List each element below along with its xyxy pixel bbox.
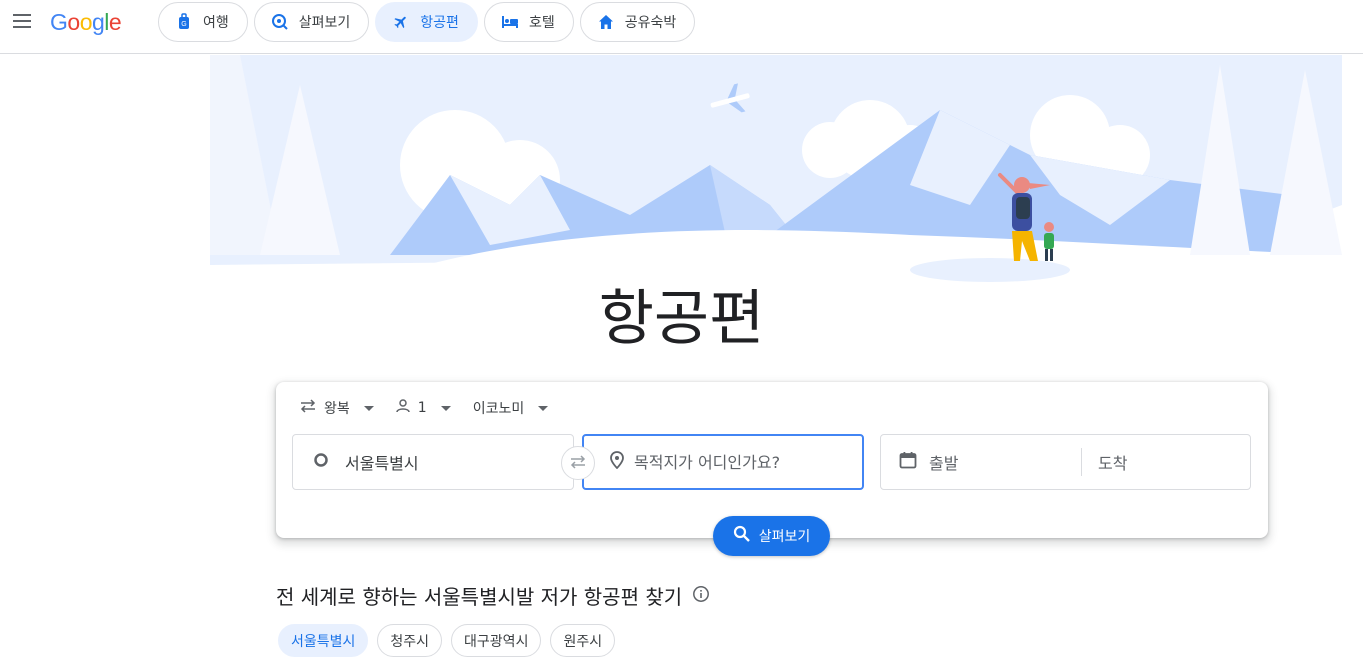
chevron-down-icon <box>363 405 374 411</box>
person-icon <box>396 399 410 417</box>
nav-chip-label: 호텔 <box>528 15 555 31</box>
nav-chip-label: 살펴보기 <box>298 15 351 31</box>
return-date-field[interactable]: 도착 <box>1082 435 1250 489</box>
nav-chip-hotels[interactable]: 호텔 <box>483 2 574 42</box>
date-fields: 출발 도착 <box>880 434 1251 490</box>
main-menu-icon[interactable] <box>10 10 34 34</box>
search-button-label: 살펴보기 <box>758 529 811 545</box>
explore-icon <box>271 13 289 31</box>
top-header: Google G 여행 살펴보기 항공편 호텔 공유숙박 <box>0 0 1363 54</box>
nav-chip-vacation-rentals[interactable]: 공유숙박 <box>579 2 696 42</box>
departure-date-field[interactable]: 출발 <box>881 435 1081 489</box>
chevron-down-icon <box>440 405 451 411</box>
search-button[interactable]: 살펴보기 <box>713 516 830 556</box>
swap-arrows-icon <box>569 454 587 473</box>
trip-type-label: 왕복 <box>324 401 350 417</box>
origin-city-chips: 서울특별시 청주시 대구광역시 원주시 <box>278 624 616 657</box>
info-icon[interactable] <box>692 584 710 608</box>
nav-chip-explore[interactable]: 살펴보기 <box>253 2 370 42</box>
location-pin-icon <box>610 451 624 473</box>
chevron-down-icon <box>538 405 549 411</box>
home-icon <box>597 13 615 31</box>
nav-chip-label: 여행 <box>203 15 229 31</box>
city-chip-cheongju[interactable]: 청주시 <box>377 624 443 657</box>
departure-placeholder: 출발 <box>929 454 959 473</box>
swap-arrows-icon <box>300 399 316 417</box>
city-chip-wonju[interactable]: 원주시 <box>550 624 616 657</box>
city-chip-daegu[interactable]: 대구광역시 <box>451 624 542 657</box>
search-icon <box>733 525 751 547</box>
origin-value: 서울특별시 <box>345 454 419 473</box>
swap-locations-button[interactable] <box>561 446 595 480</box>
search-options: 왕복 1 이코노미 <box>300 398 549 418</box>
page-title: 항공편 <box>598 284 765 354</box>
travel-bag-icon: G <box>175 13 193 31</box>
nav-chip-label: 공유숙박 <box>624 15 677 31</box>
explore-heading: 전 세계로 향하는 서울특별시발 저가 항공편 찾기 <box>276 581 710 610</box>
nav-chip-travel[interactable]: G 여행 <box>158 2 248 42</box>
explore-heading-text: 전 세계로 향하는 서울특별시발 저가 항공편 찾기 <box>276 585 683 609</box>
trip-type-select[interactable]: 왕복 <box>300 398 374 418</box>
calendar-icon <box>899 451 917 473</box>
travel-nav: G 여행 살펴보기 항공편 호텔 공유숙박 <box>158 2 696 42</box>
nav-chip-flights[interactable]: 항공편 <box>375 2 478 42</box>
passenger-select[interactable]: 1 <box>396 398 451 418</box>
cabin-class-select[interactable]: 이코노미 <box>473 398 549 418</box>
passenger-count: 1 <box>417 400 427 416</box>
hotel-bed-icon <box>501 13 519 31</box>
origin-circle-icon <box>313 452 329 472</box>
return-placeholder: 도착 <box>1098 454 1128 473</box>
destination-input[interactable] <box>634 452 844 472</box>
flight-icon <box>392 13 410 31</box>
hero-illustration <box>210 55 1342 285</box>
svg-text:G: G <box>181 21 186 28</box>
origin-field[interactable]: 서울특별시 <box>292 434 574 490</box>
nav-chip-label: 항공편 <box>420 15 459 31</box>
google-logo[interactable]: Google <box>50 9 122 36</box>
flight-search-card: 왕복 1 이코노미 서울특별시 목적지가 어디인가요? 출발 도착 살펴보기 <box>276 382 1268 556</box>
destination-field[interactable] <box>582 434 864 490</box>
city-chip-seoul[interactable]: 서울특별시 <box>278 624 369 657</box>
cabin-class-label: 이코노미 <box>472 401 525 417</box>
